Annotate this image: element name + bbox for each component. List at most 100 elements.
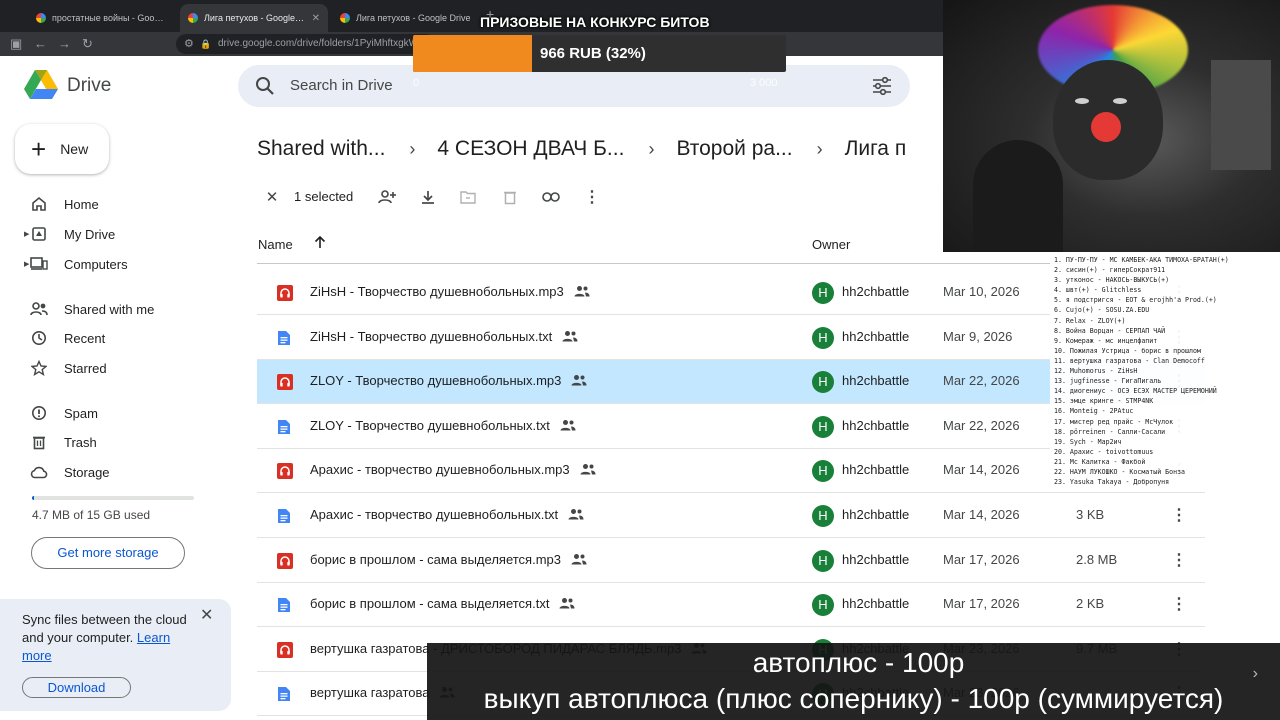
sidebar-item-computers[interactable]: Computers xyxy=(30,250,128,278)
bracket-entry: 9. Комераж - мс инцелфапит xyxy=(1054,336,1158,345)
owner-avatar: H xyxy=(812,371,834,394)
forward-icon[interactable]: → xyxy=(58,35,71,53)
search-options-icon[interactable] xyxy=(872,77,892,95)
file-name[interactable]: ZiHsH - Творчество душевнобольных.txt xyxy=(310,329,578,345)
get-more-storage-button[interactable]: Get more storage xyxy=(31,537,185,569)
sidebar-item-starred[interactable]: Starred xyxy=(30,354,107,382)
sidebar-toggle-icon[interactable]: ▣ xyxy=(10,35,22,53)
owner-name: hh2chbattle xyxy=(842,417,910,433)
more-options-icon[interactable]: ⋮ xyxy=(1171,594,1187,614)
owner-name: hh2chbattle xyxy=(842,284,910,299)
audio-file-icon xyxy=(277,463,293,480)
more-actions-icon[interactable]: ⋮ xyxy=(582,187,602,207)
wall-poster xyxy=(1211,60,1271,170)
new-button[interactable]: + New xyxy=(15,124,109,174)
close-icon[interactable]: ✕ xyxy=(200,605,213,625)
owner-avatar: H xyxy=(812,594,834,617)
clear-selection-icon[interactable]: ✕ xyxy=(262,187,282,207)
search-icon[interactable] xyxy=(254,75,276,97)
column-header-name[interactable]: Name xyxy=(258,237,293,252)
download-button[interactable]: Download xyxy=(22,677,131,698)
breadcrumb-item-shared[interactable]: Shared with... xyxy=(257,137,385,161)
my-drive-icon xyxy=(30,225,48,243)
file-name[interactable]: ZLOY - Творчество душевнобольных.txt xyxy=(310,418,576,434)
battle-bracket-list: 1. ПУ-ПУ-ПУ - МС КАМБЕК-АКА ТИМОХА-БРАТА… xyxy=(1050,253,1280,489)
donation-ticker: автоплюс - 100р выкуп автоплюса (плюс со… xyxy=(427,643,1280,720)
file-name[interactable]: ZLOY - Творчество душевнобольных.mp3 xyxy=(310,373,587,389)
eye xyxy=(1075,98,1089,104)
file-name-text: борис в прошлом - сама выделяется.mp3 xyxy=(310,551,561,567)
trash-icon xyxy=(30,433,48,451)
expand-icon[interactable]: ▶ xyxy=(24,230,29,238)
delete-icon[interactable] xyxy=(500,187,520,207)
doc-file-icon xyxy=(277,508,293,524)
column-header-owner[interactable]: Owner xyxy=(812,237,850,252)
search-input[interactable]: Search in Drive xyxy=(290,77,393,94)
new-button-label: New xyxy=(60,141,89,157)
shared-icon xyxy=(560,419,576,434)
owner-avatar: H xyxy=(812,282,834,304)
tab-close-icon[interactable]: ✕ xyxy=(312,13,320,24)
chevron-right-icon: › xyxy=(409,138,416,159)
file-row[interactable]: борис в прошлом - сама выделяется.mp3 Hhh… xyxy=(257,539,1205,583)
url-field[interactable]: ⚙ 🔒 drive.google.com/drive/folders/1PyiM… xyxy=(176,34,436,54)
bracket-entry: 20. Арахис - toivottomuus xyxy=(1054,447,1154,456)
breadcrumb-item-current[interactable]: Лига п xyxy=(845,137,907,161)
file-name[interactable]: Арахис - творчество душевнобольных.txt xyxy=(310,507,584,523)
breadcrumb-item-round[interactable]: Второй ра... xyxy=(676,137,792,161)
goal-title: ПРИЗОВЫЕ НА КОНКУРС БИТОВ xyxy=(480,14,710,30)
site-settings-icon[interactable]: ⚙ xyxy=(184,34,194,54)
link-icon[interactable] xyxy=(541,187,561,207)
sidebar-item-trash[interactable]: Trash xyxy=(30,428,97,456)
move-icon[interactable] xyxy=(458,187,478,207)
storage-progress-bar xyxy=(32,496,194,500)
audio-file-icon xyxy=(277,285,293,301)
modified-date: Mar 17, 2026 xyxy=(943,551,1020,567)
shared-icon xyxy=(568,508,584,523)
owner-name: hh2chbattle xyxy=(842,596,910,612)
tab-label: Лига петухов - Google Drive xyxy=(204,13,306,23)
sidebar-item-shared-with-me[interactable]: Shared with me xyxy=(30,295,154,323)
breadcrumb-item-season[interactable]: 4 СЕЗОН ДВАЧ Б... xyxy=(437,137,624,161)
file-name-text: ZLOY - Творчество душевнобольных.txt xyxy=(310,417,550,433)
sidebar-item-my-drive[interactable]: My Drive xyxy=(30,220,115,248)
bracket-entry: 12. Muhomorus - ZiHsH xyxy=(1054,367,1138,376)
browser-tab-3[interactable]: Лига петухов - Google Drive xyxy=(332,4,482,32)
sidebar-item-storage[interactable]: Storage xyxy=(30,458,110,486)
tab-label: Лига петухов - Google Drive xyxy=(356,13,471,23)
sidebar-item-spam[interactable]: Spam xyxy=(30,399,98,427)
doc-file-icon xyxy=(277,419,293,435)
audio-file-icon xyxy=(277,552,293,569)
sidebar-item-label: Trash xyxy=(64,434,97,450)
owner-avatar: H xyxy=(812,326,834,349)
file-row[interactable]: Арахис - творчество душевнобольных.txt Hh… xyxy=(257,494,1205,538)
bracket-entry: 5. я подстригся - EOT & erojhh'a Prod.(+… xyxy=(1054,296,1217,305)
goal-max-label: 3 000 xyxy=(750,77,778,89)
download-icon[interactable] xyxy=(418,187,438,207)
file-name[interactable]: ZiHsH - Творчество душевнобольных.mp3 xyxy=(310,284,590,300)
bracket-entry: 2. сисин(+) - гиперСократ911 xyxy=(1054,266,1166,275)
sync-promo-card: Sync files between the cloud and your co… xyxy=(0,599,231,711)
audio-file-icon xyxy=(277,641,293,658)
more-options-icon[interactable]: ⋮ xyxy=(1171,505,1187,525)
file-row[interactable]: борис в прошлом - сама выделяется.txt Hhh… xyxy=(257,583,1205,628)
expand-icon[interactable]: ▶ xyxy=(24,260,29,268)
sort-ascending-icon[interactable] xyxy=(314,235,326,252)
reload-icon[interactable]: ↻ xyxy=(82,35,93,53)
sidebar-item-label: My Drive xyxy=(64,226,116,242)
browser-tab-1[interactable]: простатные войны - Google Sh xyxy=(28,4,176,32)
sidebar-item-home[interactable]: Home xyxy=(30,190,99,218)
back-icon[interactable]: ← xyxy=(34,35,47,53)
file-name[interactable]: Арахис - творчество душевнобольных.mp3 xyxy=(310,462,596,478)
tab-label: простатные войны - Google Sh xyxy=(52,13,168,23)
goal-progress-fill xyxy=(413,35,533,72)
microphone xyxy=(973,140,1063,252)
file-name[interactable]: борис в прошлом - сама выделяется.mp3 xyxy=(310,552,587,568)
share-icon[interactable] xyxy=(377,187,397,207)
audio-file-icon xyxy=(277,374,293,391)
more-options-icon[interactable]: ⋮ xyxy=(1171,550,1187,570)
sidebar-item-recent[interactable]: Recent xyxy=(30,324,105,352)
drive-logo-icon[interactable] xyxy=(24,70,58,100)
file-name[interactable]: борис в прошлом - сама выделяется.txt xyxy=(310,596,575,612)
browser-tab-2[interactable]: Лига петухов - Google Drive ✕ xyxy=(180,4,328,32)
